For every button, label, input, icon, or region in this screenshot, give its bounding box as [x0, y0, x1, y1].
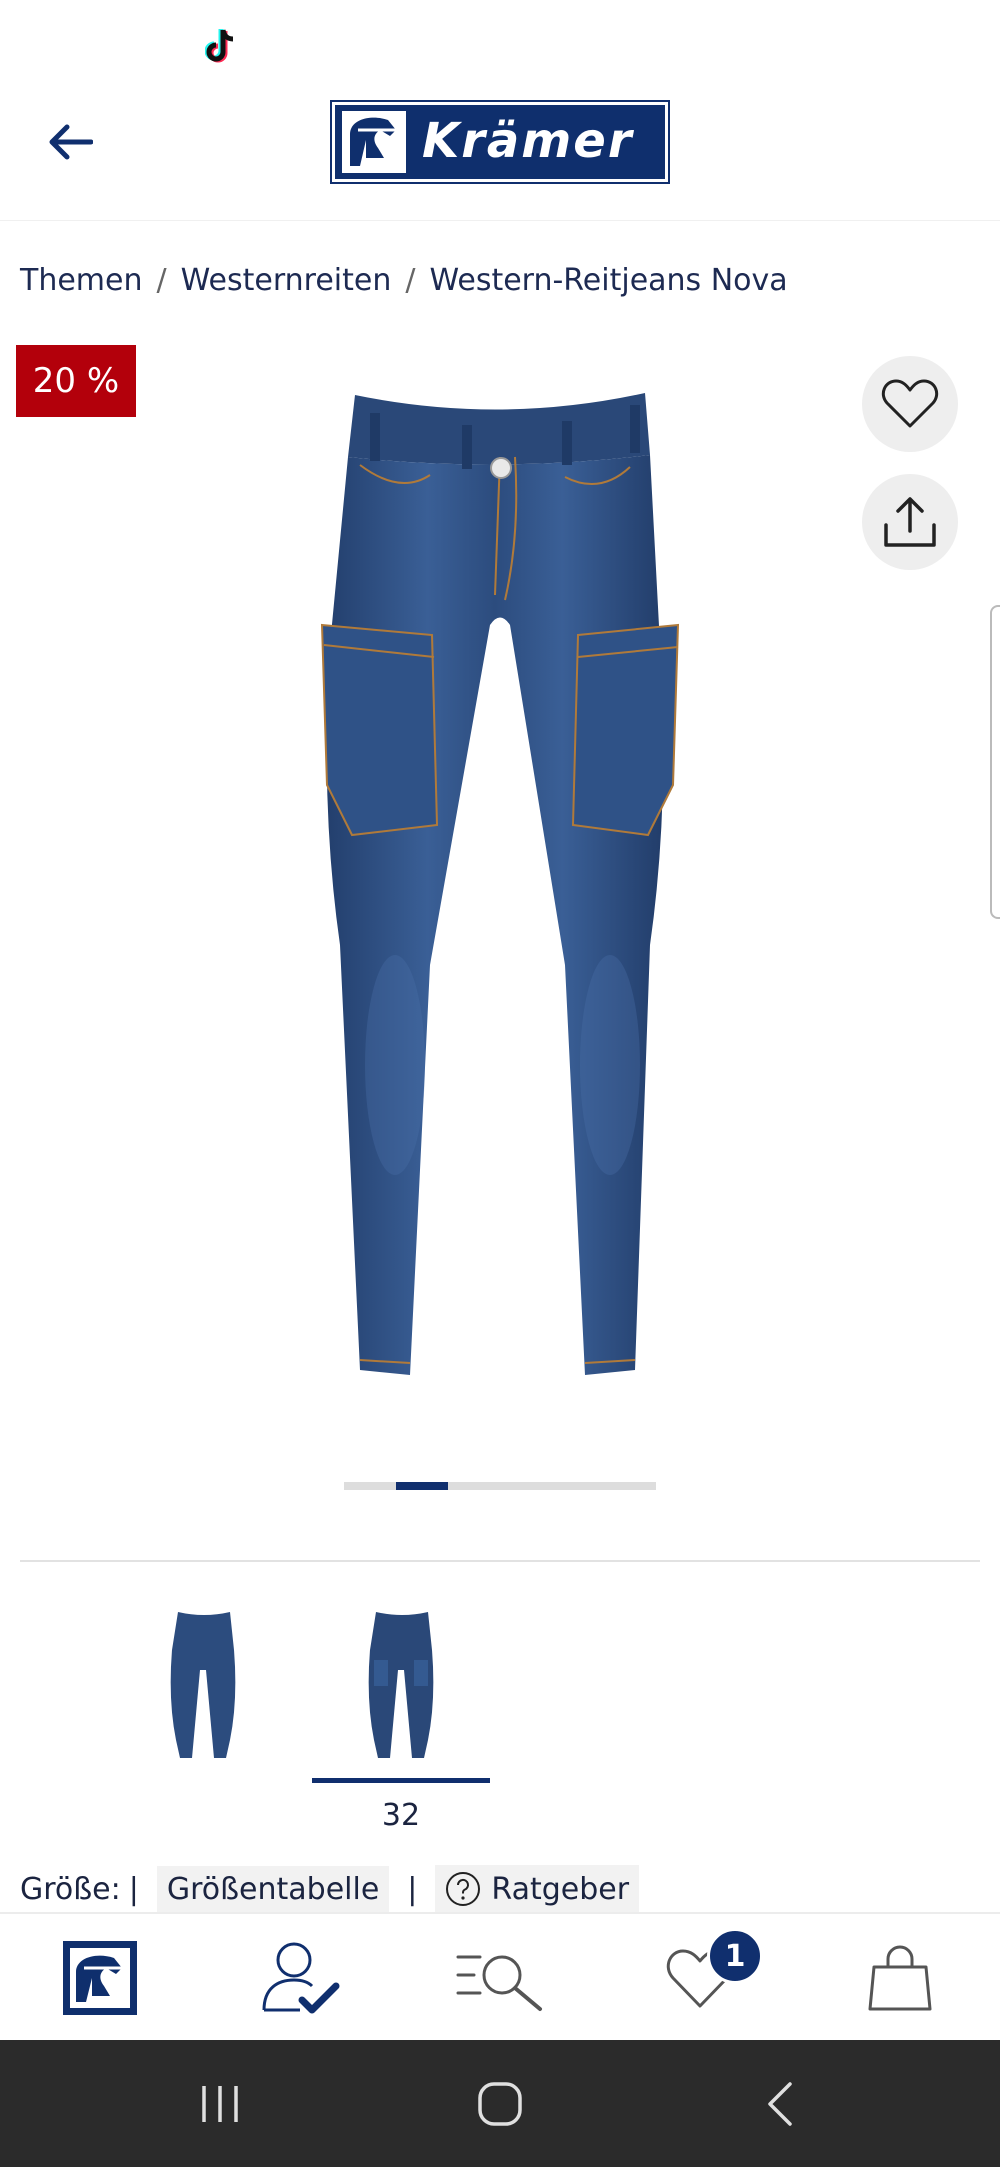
- separator: |: [128, 1871, 139, 1907]
- separator: |: [407, 1871, 418, 1907]
- product-image-jeans[interactable]: [300, 385, 700, 1385]
- home-circle-icon: [478, 2081, 522, 2126]
- discount-badge: 20 %: [16, 345, 136, 417]
- help-icon: [446, 1872, 481, 1906]
- variant-thumbnail-selected[interactable]: [312, 1590, 490, 1770]
- nav-account[interactable]: [200, 1914, 400, 2042]
- home-button[interactable]: [420, 2040, 580, 2167]
- variant-label: 32: [381, 1798, 421, 1833]
- bottom-navigation: 1: [0, 1912, 1000, 2042]
- brand-logo[interactable]: Krämer: [330, 100, 670, 184]
- home-logo-icon: [63, 1941, 137, 2015]
- variant-thumbnail[interactable]: [114, 1590, 292, 1770]
- recent-apps-button[interactable]: [140, 2040, 300, 2167]
- gallery-progress-indicator: [396, 1482, 448, 1490]
- brand-name: Krämer: [422, 113, 634, 169]
- share-button[interactable]: [862, 474, 958, 570]
- breadcrumb-item-westernreiten[interactable]: Westernreiten: [181, 263, 392, 298]
- header: Krämer: [0, 80, 1000, 221]
- breadcrumb-separator: /: [156, 262, 167, 298]
- breadcrumb-item-themen[interactable]: Themen: [20, 263, 143, 298]
- share-icon: [884, 497, 936, 547]
- back-system-button[interactable]: [700, 2040, 860, 2167]
- shopping-bag-icon: [868, 1945, 932, 2011]
- search-menu-icon: [456, 1955, 542, 2011]
- divider: [20, 1560, 980, 1562]
- nav-cart[interactable]: [800, 1914, 1000, 2042]
- selected-variant-underline: [312, 1778, 490, 1783]
- nav-home[interactable]: [0, 1914, 200, 2042]
- system-navigation-bar: [0, 2040, 1000, 2167]
- size-row: Größe: | Größentabelle | Ratgeber: [20, 1864, 657, 1914]
- nav-search[interactable]: [400, 1914, 600, 2042]
- breadcrumb: Themen / Westernreiten / Western-Reitjea…: [20, 258, 788, 302]
- nav-wishlist[interactable]: 1: [600, 1914, 800, 2042]
- wishlist-count-badge: 1: [707, 1928, 763, 1984]
- advisor-link[interactable]: Ratgeber: [435, 1865, 640, 1913]
- breadcrumb-item-product[interactable]: Western-Reitjeans Nova: [429, 263, 787, 298]
- back-button[interactable]: [40, 112, 100, 172]
- status-bar: [0, 0, 1000, 80]
- tiktok-icon: [205, 29, 234, 63]
- recents-icon: [202, 2085, 238, 2122]
- add-to-wishlist-button[interactable]: [862, 356, 958, 452]
- side-panel-handle[interactable]: [990, 605, 1000, 919]
- breadcrumb-separator: /: [405, 262, 416, 298]
- gallery-progress-bar: [344, 1482, 656, 1490]
- size-label: Größe:: [20, 1871, 121, 1907]
- account-check-icon: [262, 1942, 340, 2014]
- heart-outline-icon: [881, 379, 939, 428]
- size-chart-link[interactable]: Größentabelle: [156, 1865, 390, 1913]
- chevron-left-icon: [768, 2081, 792, 2126]
- advisor-label: Ratgeber: [491, 1871, 630, 1907]
- arrow-left-icon: [49, 124, 93, 160]
